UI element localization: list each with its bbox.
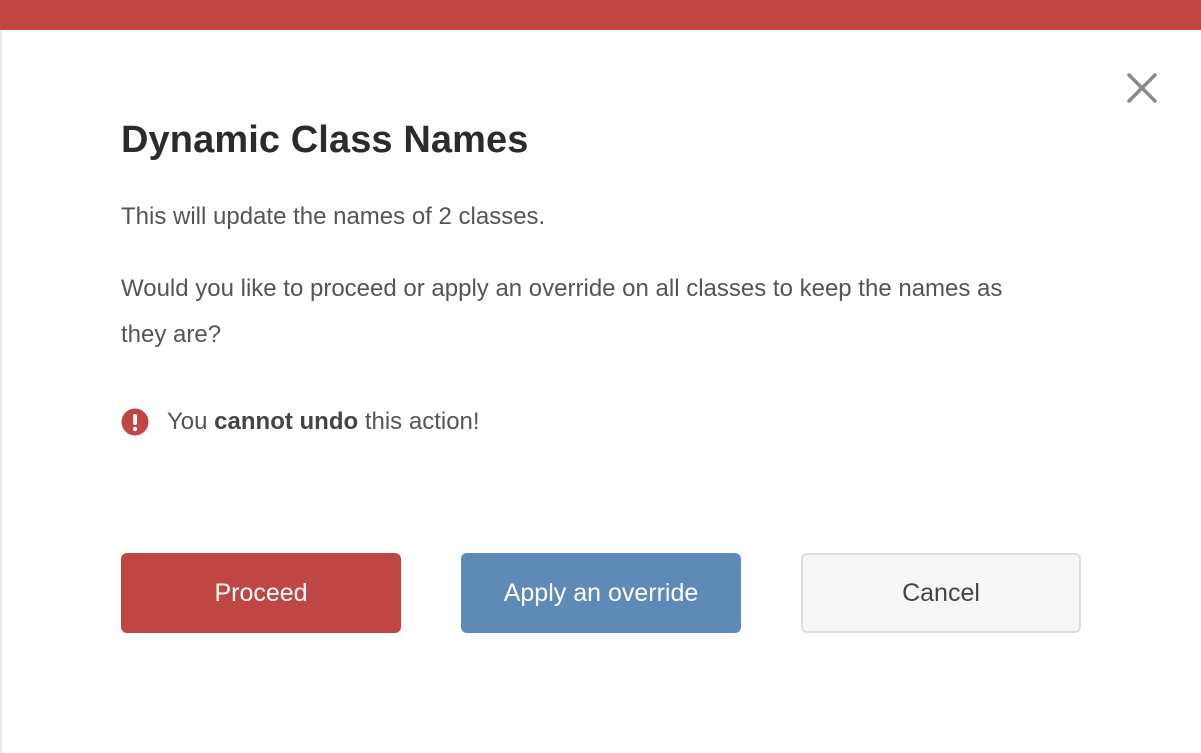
close-button[interactable] xyxy=(1122,68,1162,108)
left-edge-divider xyxy=(0,30,2,753)
apply-override-button[interactable]: Apply an override xyxy=(461,553,741,633)
dialog-top-bar xyxy=(0,0,1201,30)
proceed-button[interactable]: Proceed xyxy=(121,553,401,633)
dialog: Dynamic Class Names This will update the… xyxy=(0,0,1201,753)
dialog-question: Would you like to proceed or apply an ov… xyxy=(121,275,1003,348)
cancel-button[interactable]: Cancel xyxy=(801,553,1081,633)
warning-prefix: You xyxy=(167,408,215,435)
close-icon xyxy=(1127,73,1157,103)
dialog-title: Dynamic Class Names xyxy=(121,119,529,161)
warning-emphasis: cannot undo xyxy=(214,408,359,435)
dialog-message: This will update the names of 2 classes. xyxy=(121,203,546,230)
warning-notice: You cannot undo this action! xyxy=(121,400,480,444)
warning-suffix: this action! xyxy=(358,408,480,435)
top-bar-fill xyxy=(0,0,1201,30)
warning-text: You cannot undo this action! xyxy=(167,408,480,436)
exclamation-circle-icon xyxy=(121,408,149,436)
